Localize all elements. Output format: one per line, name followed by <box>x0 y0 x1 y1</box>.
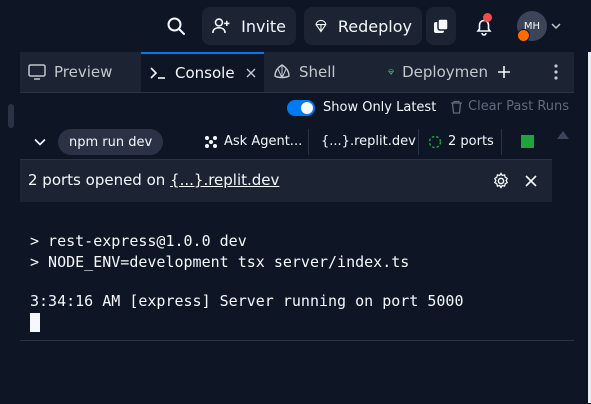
new-tab-button[interactable] <box>492 60 516 84</box>
redeploy-label: Redeploy <box>337 16 412 36</box>
ports-notice-text: 2 ports opened on <box>28 171 171 189</box>
gear-icon <box>493 172 509 189</box>
tab-label: Preview <box>54 63 113 81</box>
close-icon[interactable] <box>246 68 256 78</box>
clear-past-runs-button[interactable]: Clear Past Runs <box>450 99 569 114</box>
run-command-pill[interactable]: npm run dev <box>58 129 164 155</box>
collapse-run-button[interactable] <box>28 130 52 154</box>
left-rail-handle[interactable] <box>8 104 14 128</box>
divider <box>308 129 309 155</box>
pane-tabs: Preview Console Shell Deploymen <box>20 52 574 93</box>
search-icon <box>167 17 185 35</box>
console-output[interactable]: > rest-express@1.0.0 dev > NODE_ENV=deve… <box>20 202 552 340</box>
search-button[interactable] <box>158 7 194 45</box>
show-only-latest-toggle[interactable] <box>287 100 315 116</box>
ports-status-icon <box>428 135 442 148</box>
avatar-badge <box>517 29 530 42</box>
console-line: 3:34:16 AM [express] Server running on p… <box>30 292 464 310</box>
tab-shell[interactable]: Shell <box>265 52 379 92</box>
port-settings-button[interactable] <box>490 170 512 192</box>
tab-label: Console <box>175 64 235 82</box>
tab-deployments[interactable]: Deploymen <box>380 52 488 92</box>
console-line: > NODE_ENV=development tsx server/index.… <box>30 253 410 271</box>
redeploy-button[interactable]: Redeploy <box>304 7 422 45</box>
ask-agent-button[interactable]: Ask Agent... <box>204 134 302 149</box>
add-user-icon <box>212 18 230 34</box>
left-rail <box>0 52 21 403</box>
ports-notice-link[interactable]: {...}.replit.dev <box>170 171 279 189</box>
scroll-up-icon[interactable] <box>557 131 569 139</box>
shell-icon <box>274 64 290 79</box>
show-only-latest-label: Show Only Latest <box>323 100 437 115</box>
invite-button[interactable]: Invite <box>202 7 296 45</box>
notifications-button[interactable] <box>470 12 498 40</box>
chevron-down-icon <box>34 138 46 146</box>
console-options-bar: Show Only Latest Clear Past Runs <box>20 93 574 125</box>
ports-label: 2 ports <box>448 134 494 149</box>
preview-icon <box>28 64 46 80</box>
divider <box>418 129 419 155</box>
top-header: Invite Redeploy MH <box>0 0 591 52</box>
chevron-down-icon <box>551 23 561 30</box>
tab-label: Shell <box>299 63 336 81</box>
agent-icon <box>205 135 217 148</box>
more-vertical-icon <box>554 64 558 80</box>
deployments-icon <box>388 69 394 75</box>
clear-past-runs-label: Clear Past Runs <box>468 99 570 114</box>
tab-preview[interactable]: Preview <box>20 52 140 92</box>
tab-label: Deploymen <box>402 63 488 81</box>
plus-icon <box>498 66 510 78</box>
account-menu-button[interactable]: MH <box>517 11 561 42</box>
tab-console[interactable]: Console <box>141 52 264 92</box>
pane-menu-button[interactable] <box>546 60 566 84</box>
run-bar: npm run dev Ask Agent... {...}.replit.de… <box>20 125 574 160</box>
console-icon <box>150 67 165 79</box>
trash-icon <box>451 100 462 114</box>
run-command-label: npm run dev <box>69 134 153 150</box>
dev-domain-button[interactable]: {...}.replit.dev <box>321 134 416 149</box>
ask-agent-label: Ask Agent... <box>224 134 303 149</box>
close-icon <box>525 175 537 187</box>
ports-notice: 2 ports opened on {...}.replit.dev <box>20 160 552 202</box>
toggle-knob <box>301 102 313 114</box>
console-line: > rest-express@1.0.0 dev <box>30 232 247 250</box>
invite-label: Invite <box>241 16 286 36</box>
redeploy-options-button[interactable] <box>426 7 456 45</box>
console-empty-area <box>20 340 574 404</box>
layers-icon <box>434 18 449 33</box>
ports-button[interactable]: 2 ports <box>428 134 494 149</box>
running-status-indicator[interactable] <box>521 135 534 148</box>
divider <box>501 129 502 155</box>
notification-dot <box>483 13 492 22</box>
terminal-cursor <box>30 313 40 332</box>
dismiss-notice-button[interactable] <box>520 170 542 192</box>
deploy-icon <box>315 19 327 33</box>
